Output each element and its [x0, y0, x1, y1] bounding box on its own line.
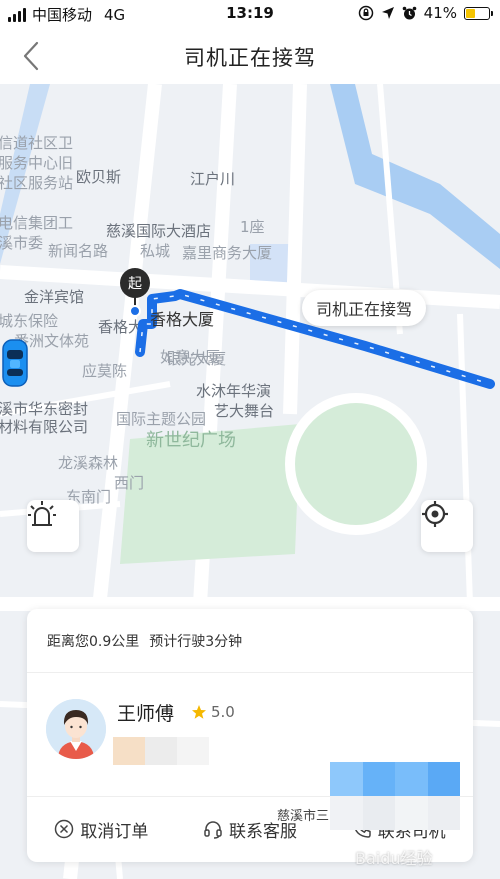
sos-alarm-button[interactable]: [27, 500, 79, 552]
car-icon: [2, 339, 28, 387]
battery-percent: 41%: [423, 4, 457, 22]
locate-button[interactable]: [421, 500, 473, 552]
cancel-order-button[interactable]: 取消订单: [27, 817, 176, 842]
driver-avatar[interactable]: [46, 699, 106, 759]
eta-text: 预计行驶3分钟: [149, 633, 243, 650]
start-marker-label: 起: [128, 276, 142, 292]
start-place-name: 香格大厦: [150, 310, 215, 329]
rating-value: 5.0: [211, 703, 235, 721]
driver-info: 王师傅 5.0 慈溪市三: [27, 673, 473, 830]
status-right: 41%: [358, 4, 493, 22]
start-location-dot: [129, 305, 141, 317]
orientation-lock-icon: [358, 5, 373, 21]
location-arrow-icon: [381, 7, 394, 19]
driver-name: 王师傅: [117, 703, 175, 725]
driver-avatar-image: [46, 699, 106, 759]
battery-level: [466, 8, 476, 18]
battery-icon: [464, 6, 493, 20]
cancel-order-label: 取消订单: [80, 821, 149, 842]
nav-bar: 司机正在接驾: [0, 28, 500, 84]
driver-rating: 5.0: [191, 703, 235, 721]
star-icon: [192, 705, 206, 719]
headset-icon: [204, 821, 222, 839]
license-plate-mosaic: [113, 737, 209, 765]
vehicle-info-mosaic: [330, 762, 460, 830]
alarm-clock-icon: [402, 6, 416, 19]
alarm-light-icon: [28, 501, 56, 526]
watermark: Baidu经验: [355, 849, 433, 868]
trip-eta-row: 距离您0.9公里 预计行驶3分钟: [27, 609, 473, 673]
cancel-circle-icon: [55, 819, 74, 839]
crosshair-icon: [422, 501, 448, 527]
trip-info-card: 距离您0.9公里 预计行驶3分钟 王师傅 5.0 慈溪市三 取消订单 联系客服 …: [27, 609, 473, 862]
page-title: 司机正在接驾: [184, 46, 316, 70]
driver-status-bubble: 司机正在接驾: [302, 290, 427, 326]
distance-text: 距离您0.9公里: [47, 633, 140, 650]
start-marker[interactable]: 起: [120, 268, 150, 298]
status-bar: 中国移动 4G 13:19 41%: [0, 0, 500, 28]
vehicle-plate-city: 慈溪市三: [277, 809, 330, 824]
